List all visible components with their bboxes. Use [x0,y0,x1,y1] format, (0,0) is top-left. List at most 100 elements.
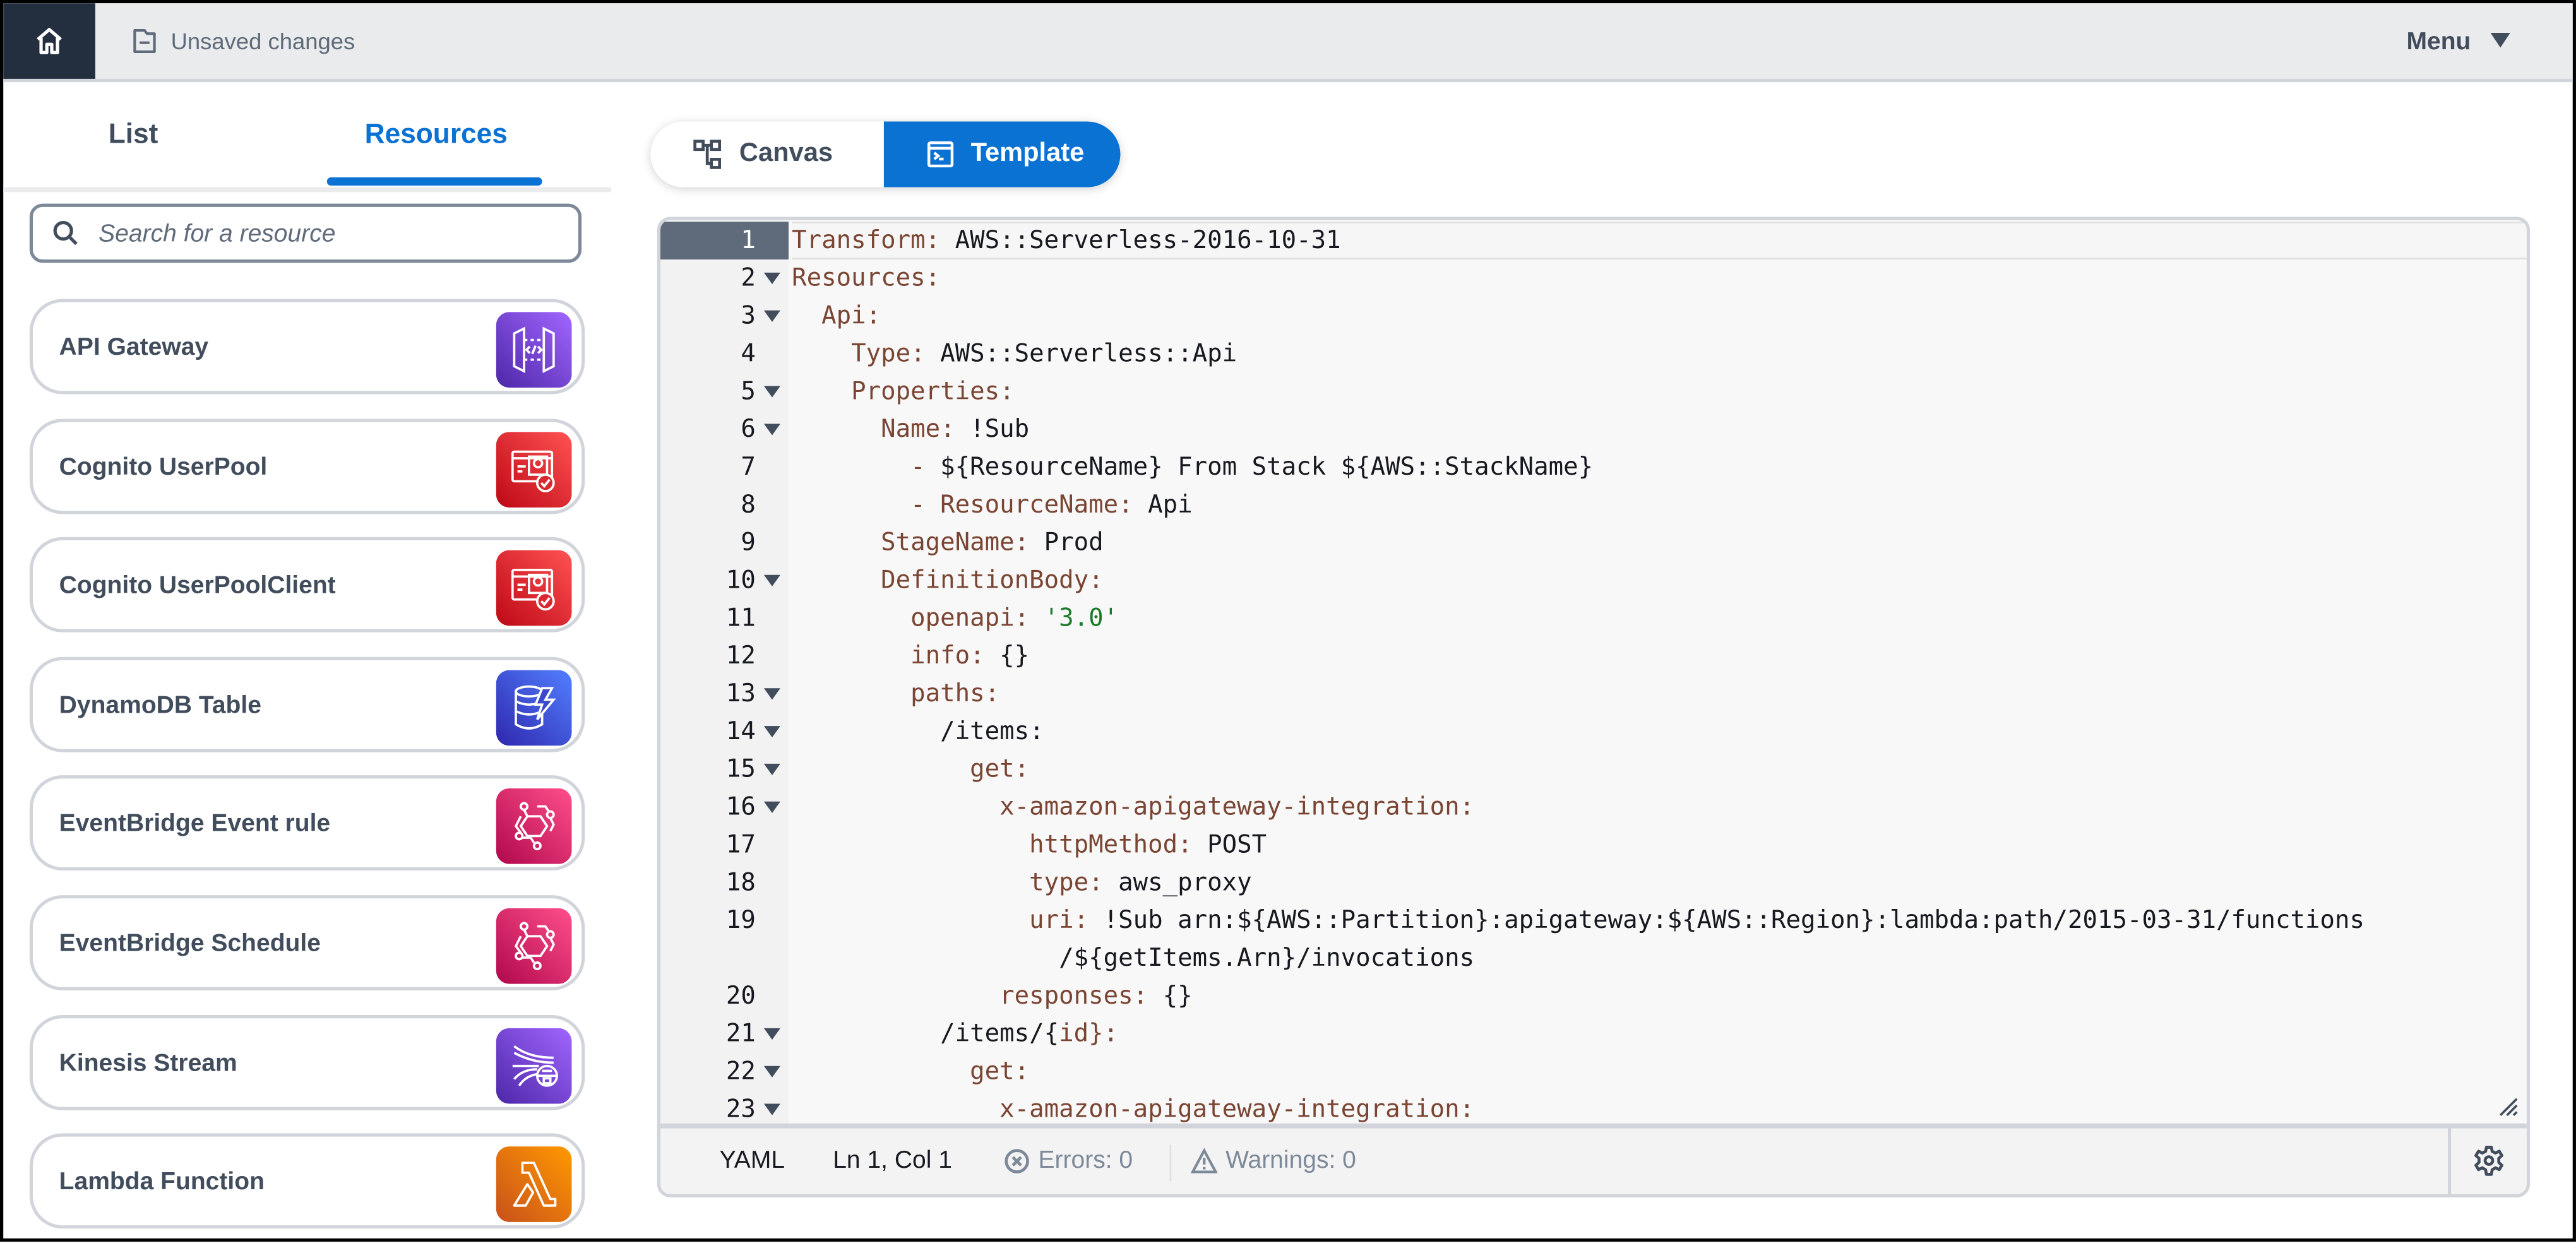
resource-card-eventbridge-schedule[interactable]: EventBridge Schedule [29,895,585,990]
line-number: 23 [660,1091,789,1129]
line-number-text: 14 [725,716,756,746]
code-line[interactable]: x-amazon-apigateway-integration: [792,1091,2527,1129]
fold-toggle-icon[interactable] [763,272,780,285]
line-number-text: 13 [725,678,756,708]
resource-card-eventbridge-event-rule[interactable]: EventBridge Event rule [29,776,585,872]
fold-toggle-icon[interactable] [763,763,780,776]
resource-card-kinesis-stream[interactable]: Kinesis Stream [29,1014,585,1110]
code-line[interactable]: /${getItems.Arn}/invocations [792,939,2527,977]
fold-toggle-icon[interactable] [763,310,780,322]
fold-toggle-icon[interactable] [763,386,780,398]
line-number: 12 [660,638,789,675]
code-area[interactable]: 1 Transform: AWS::Serverless-2016-10-312 R… [660,220,2527,1125]
line-number: 21 [660,1015,789,1053]
line-number: 5 [660,373,789,411]
tab-list[interactable]: List [109,118,158,151]
status-text: Unsaved changes [170,28,355,54]
fold-toggle-icon[interactable] [763,1028,780,1040]
search-input[interactable] [95,217,546,249]
home-button[interactable] [3,3,95,79]
line-number: 10 [660,562,789,600]
errors-count[interactable]: Errors: 0 [1004,1129,1133,1194]
line-number-text: 16 [725,792,756,821]
error-icon [1005,1149,1029,1173]
api-gateway-icon [496,312,572,388]
line-number-text: 11 [725,602,756,632]
tab-resources[interactable]: Resources [365,118,508,151]
resource-card-lambda-function[interactable]: Lambda Function [29,1133,585,1229]
code-line[interactable]: - ${ResourceName} From Stack ${AWS::Stac… [792,448,2527,486]
line-number-text: 2 [741,263,756,293]
canvas-view-button[interactable]: Canvas [650,121,884,187]
line-number-text: 20 [725,980,756,1011]
unsaved-file-icon [133,29,156,54]
line-number-text: 4 [741,338,756,368]
fold-toggle-icon[interactable] [763,1066,780,1078]
fold-toggle-icon[interactable] [763,726,780,738]
line-number: 7 [660,448,789,486]
resource-label: Kinesis Stream [59,1048,237,1077]
code-line[interactable]: /items/{id}: [792,1015,2527,1053]
menu-dropdown[interactable]: Menu [2406,3,2510,79]
fold-toggle-icon[interactable] [763,424,780,436]
resource-card-cognito-userpoolclient[interactable]: Cognito UserPoolClient [29,537,585,633]
cursor-position: Ln 1, Col 1 [833,1146,952,1175]
template-view-button[interactable]: Template [883,121,1121,187]
code-line[interactable]: httpMethod: POST [792,826,2527,864]
resource-card-cognito-userpool[interactable]: Cognito UserPool [29,418,585,514]
top-bar: Unsaved changes Menu [3,3,2573,83]
editor-status-bar: YAML Ln 1, Col 1 Errors: 0 Warnings: 0 [660,1123,2527,1194]
code-line[interactable]: Resources: [792,259,2527,297]
line-number: 1 [660,222,789,260]
warnings-count[interactable]: Warnings: 0 [1191,1129,1356,1194]
code-line[interactable]: type: aws_proxy [792,864,2527,902]
code-line[interactable]: /items: [792,713,2527,751]
resize-handle-icon[interactable] [2497,1096,2520,1119]
resource-card-api-gateway[interactable]: API Gateway [29,299,585,395]
editor-settings-button[interactable] [2447,1128,2527,1194]
line-number-text: 9 [741,527,756,557]
code-line[interactable]: StageName: Prod [792,524,2527,562]
resource-label: Cognito UserPool [59,453,268,481]
code-line[interactable]: Transform: AWS::Serverless-2016-10-31 [792,222,2527,260]
code-line[interactable]: Name: !Sub [792,411,2527,449]
fold-toggle-icon[interactable] [763,801,780,813]
code-line[interactable]: get: [792,1053,2527,1091]
resource-label: Lambda Function [59,1168,265,1196]
fold-toggle-icon[interactable] [763,688,780,700]
app-window: Unsaved changes Menu List Resources API … [0,0,2576,1242]
canvas-icon [693,140,722,169]
line-number-text: 10 [725,565,756,595]
code-line[interactable]: DefinitionBody: [792,562,2527,600]
code-line[interactable]: Api: [792,297,2527,335]
line-number-text: 5 [741,376,756,406]
fold-toggle-icon[interactable] [763,1103,780,1115]
code-line[interactable]: Type: AWS::Serverless::Api [792,335,2527,373]
code-line[interactable]: x-amazon-apigateway-integration: [792,788,2527,826]
line-number [660,939,789,977]
code-line[interactable]: responses: {} [792,977,2527,1015]
errors-label: Errors: 0 [1038,1146,1133,1175]
line-number: 8 [660,486,789,524]
code-line[interactable]: info: {} [792,638,2527,675]
resource-card-dynamodb-table[interactable]: DynamoDB Table [29,656,585,752]
code-line[interactable]: Properties: [792,373,2527,411]
line-number: 18 [660,864,789,902]
code-editor[interactable]: 1 Transform: AWS::Serverless-2016-10-312 R… [657,217,2531,1197]
resource-label: EventBridge Schedule [59,929,321,958]
line-number: 4 [660,335,789,373]
resource-label: EventBridge Event rule [59,810,331,838]
menu-label: Menu [2406,27,2471,56]
line-number-text: 22 [725,1056,756,1086]
kinesis-icon [496,1027,572,1103]
caret-down-icon [2490,33,2510,48]
gear-icon [2474,1146,2503,1176]
code-line[interactable]: openapi: '3.0' [792,600,2527,638]
code-line[interactable]: paths: [792,675,2527,713]
code-line[interactable]: - ResourceName: Api [792,486,2527,524]
line-number: 20 [660,977,789,1015]
code-line[interactable]: get: [792,751,2527,788]
active-tab-indicator [326,177,542,186]
code-line[interactable]: uri: !Sub arn:${AWS::Partition}:apigatew… [792,901,2527,939]
fold-toggle-icon[interactable] [763,574,780,586]
